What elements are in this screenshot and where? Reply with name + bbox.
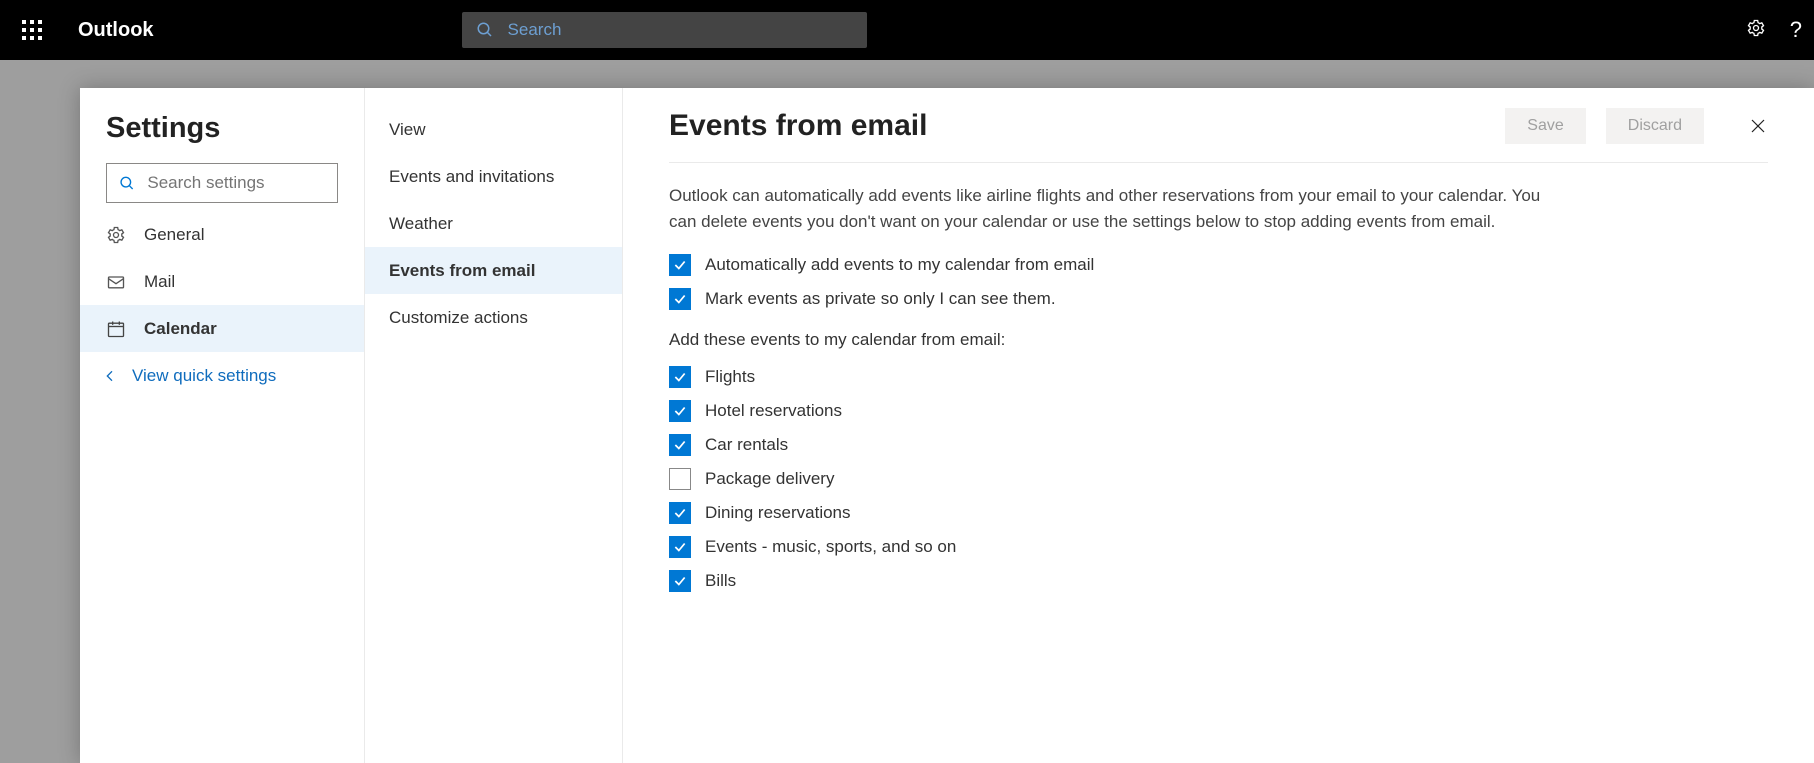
chevron-left-icon: [102, 368, 118, 384]
checkbox-label: Hotel reservations: [705, 401, 842, 421]
discard-button[interactable]: Discard: [1606, 108, 1704, 144]
nav-label: Calendar: [144, 319, 217, 339]
subnav-events-invitations[interactable]: Events and invitations: [365, 153, 622, 200]
gear-icon: [106, 225, 126, 245]
checkbox-label: Bills: [705, 571, 736, 591]
panel-sublabel: Add these events to my calendar from ema…: [669, 330, 1768, 350]
checkbox-row-top-0: Automatically add events to my calendar …: [669, 254, 1768, 276]
subnav-label: Customize actions: [389, 308, 528, 328]
checkbox-label: Flights: [705, 367, 755, 387]
checkbox[interactable]: [669, 434, 691, 456]
checkbox[interactable]: [669, 570, 691, 592]
subnav-view[interactable]: View: [365, 106, 622, 153]
checkbox-row-event-4: Dining reservations: [669, 502, 1768, 524]
checkbox-row-top-1: Mark events as private so only I can see…: [669, 288, 1768, 310]
subnav-customize-actions[interactable]: Customize actions: [365, 294, 622, 341]
checkbox-row-event-3: Package delivery: [669, 468, 1768, 490]
checkbox[interactable]: [669, 254, 691, 276]
subnav-label: Weather: [389, 214, 453, 234]
subnav-label: View: [389, 120, 426, 140]
checkbox[interactable]: [669, 502, 691, 524]
settings-panel: Events from email Save Discard Outlook c…: [623, 88, 1814, 763]
checkbox-label: Events - music, sports, and so on: [705, 537, 956, 557]
checkbox[interactable]: [669, 468, 691, 490]
check-icon: [673, 438, 687, 452]
subnav-events-from-email[interactable]: Events from email: [365, 247, 622, 294]
global-search-placeholder: Search: [508, 20, 562, 40]
nav-mail[interactable]: Mail: [80, 258, 364, 305]
subnav-label: Events and invitations: [389, 167, 554, 187]
checkbox-label: Mark events as private so only I can see…: [705, 289, 1056, 309]
check-icon: [673, 370, 687, 384]
global-search[interactable]: Search: [462, 12, 867, 48]
checkbox-row-event-1: Hotel reservations: [669, 400, 1768, 422]
checkbox-row-event-5: Events - music, sports, and so on: [669, 536, 1768, 558]
search-icon: [476, 21, 494, 39]
checkbox-label: Automatically add events to my calendar …: [705, 255, 1094, 275]
app-name: Outlook: [78, 19, 154, 42]
app-launcher-icon[interactable]: [22, 20, 42, 40]
settings-search[interactable]: [106, 163, 338, 203]
subnav-label: Events from email: [389, 261, 535, 281]
checkbox-label: Package delivery: [705, 469, 834, 489]
settings-modal: Settings General Mail Calendar View quic…: [80, 88, 1814, 763]
search-icon: [119, 174, 135, 193]
check-icon: [673, 574, 687, 588]
calendar-icon: [106, 319, 126, 339]
global-search-wrap: Search: [462, 12, 867, 48]
checkbox-row-event-6: Bills: [669, 570, 1768, 592]
nav-label: General: [144, 225, 204, 245]
checkbox-row-event-2: Car rentals: [669, 434, 1768, 456]
view-quick-settings-link[interactable]: View quick settings: [80, 352, 364, 400]
mail-icon: [106, 272, 126, 292]
checkbox-row-event-0: Flights: [669, 366, 1768, 388]
checkbox-label: Dining reservations: [705, 503, 851, 523]
subnav-weather[interactable]: Weather: [365, 200, 622, 247]
nav-label: Mail: [144, 272, 175, 292]
checkbox[interactable]: [669, 366, 691, 388]
save-button[interactable]: Save: [1505, 108, 1585, 144]
close-button[interactable]: [1748, 116, 1768, 136]
check-icon: [673, 404, 687, 418]
checkbox[interactable]: [669, 400, 691, 422]
nav-general[interactable]: General: [80, 211, 364, 258]
settings-col-subnav: View Events and invitations Weather Even…: [365, 88, 623, 763]
checkbox[interactable]: [669, 288, 691, 310]
panel-title: Events from email: [669, 109, 927, 143]
check-icon: [673, 258, 687, 272]
settings-title: Settings: [80, 106, 364, 163]
close-icon: [1749, 117, 1767, 135]
settings-gear-icon[interactable]: [1746, 18, 1766, 43]
settings-search-input[interactable]: [147, 173, 325, 193]
settings-col-categories: Settings General Mail Calendar View quic…: [80, 88, 365, 763]
check-icon: [673, 506, 687, 520]
check-icon: [673, 540, 687, 554]
check-icon: [673, 292, 687, 306]
checkbox-label: Car rentals: [705, 435, 788, 455]
help-icon[interactable]: ?: [1790, 17, 1802, 43]
app-topbar: Outlook Search ?: [0, 0, 1814, 60]
panel-header: Events from email Save Discard: [669, 108, 1768, 163]
checkbox[interactable]: [669, 536, 691, 558]
quick-settings-label: View quick settings: [132, 366, 276, 386]
panel-description: Outlook can automatically add events lik…: [669, 183, 1549, 234]
nav-calendar[interactable]: Calendar: [80, 305, 364, 352]
